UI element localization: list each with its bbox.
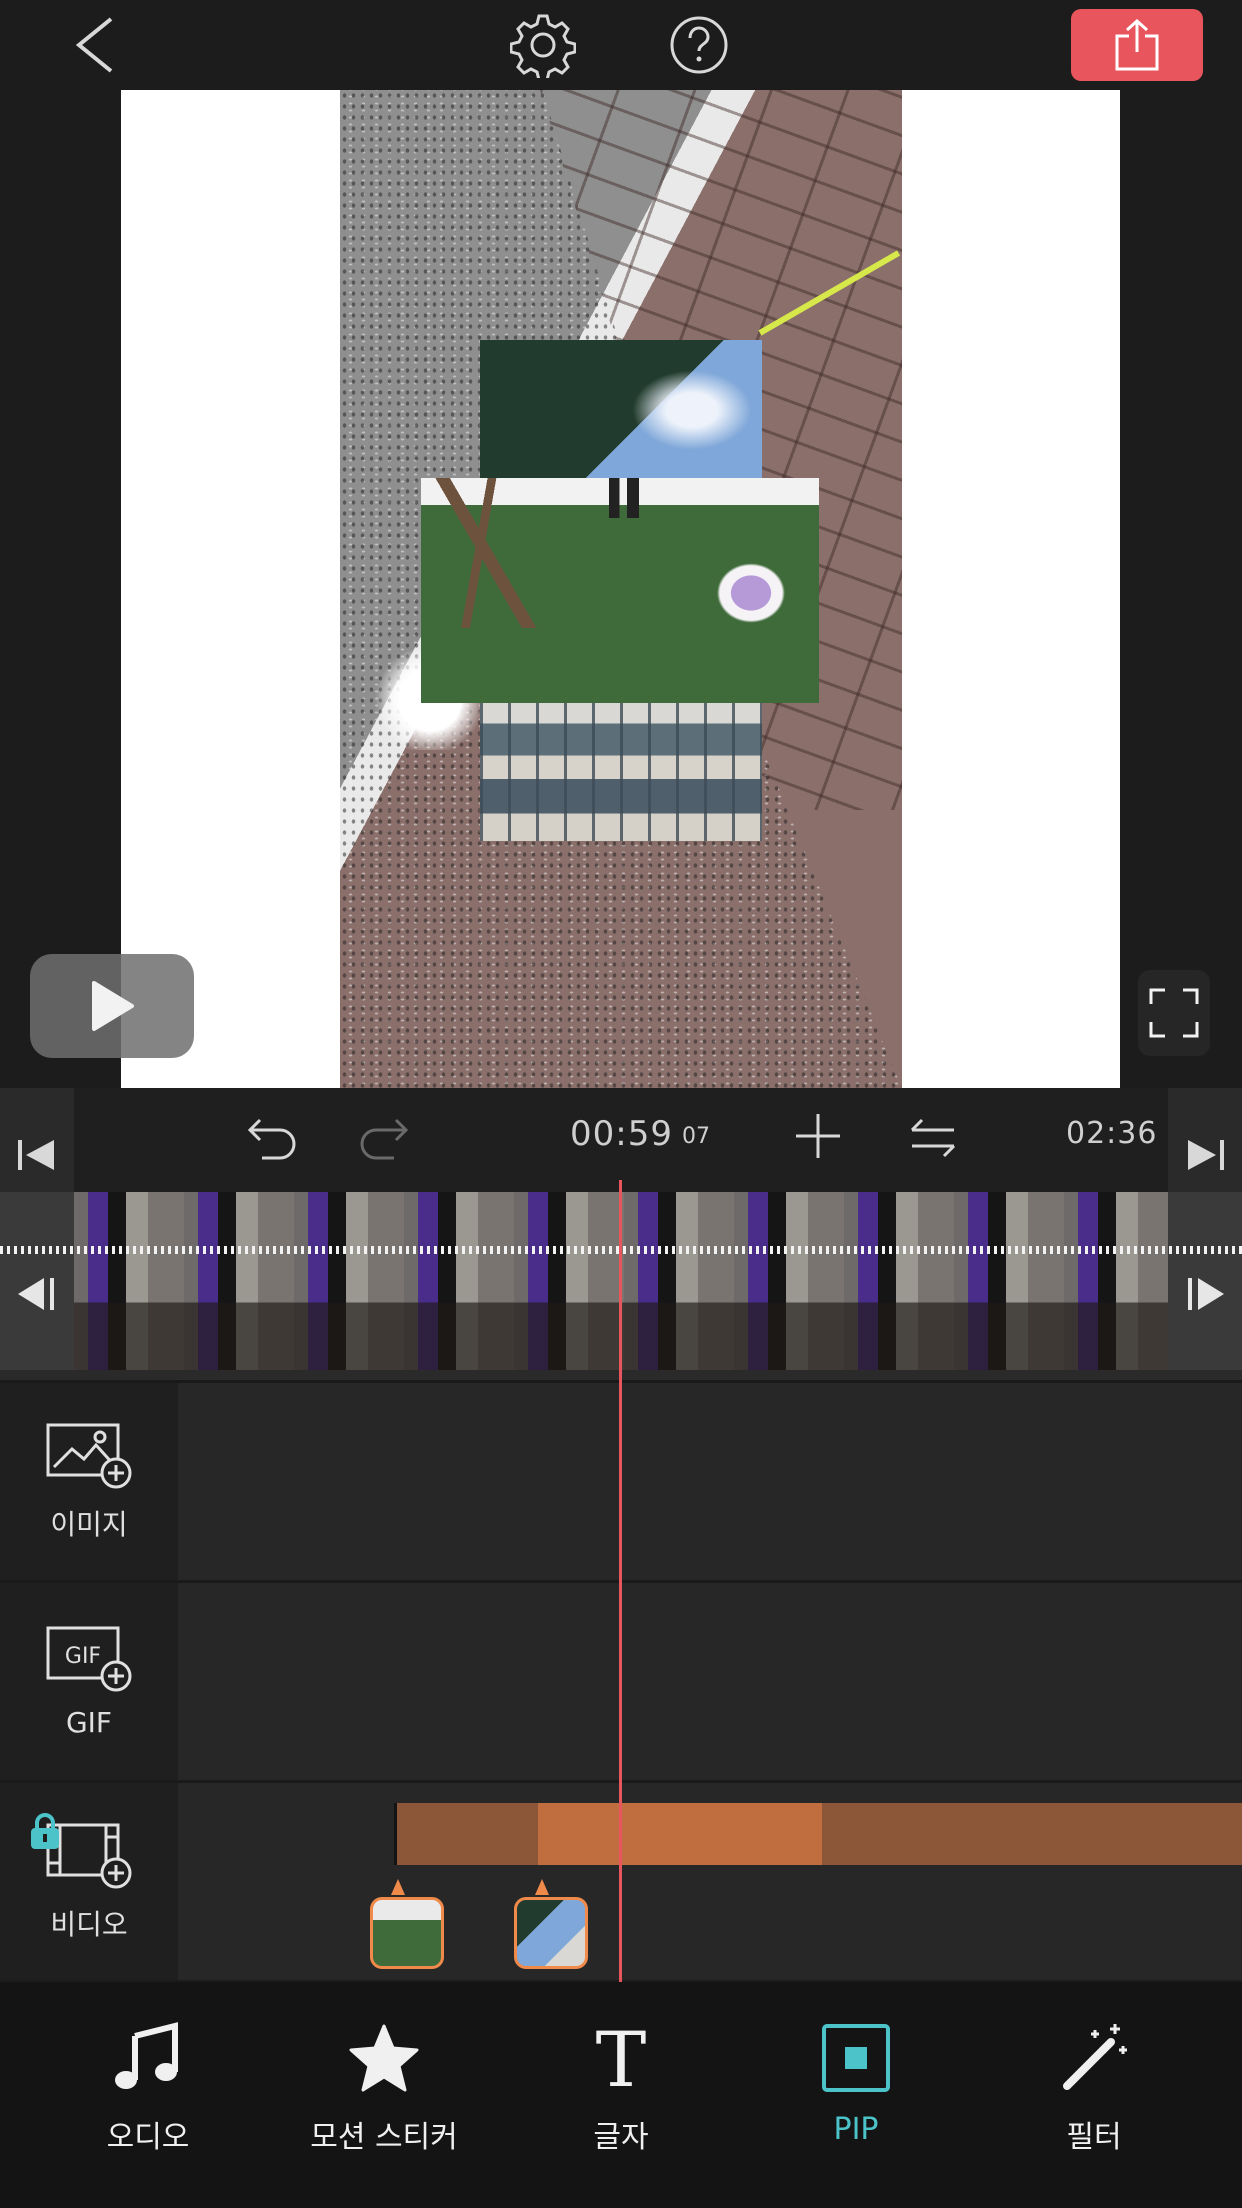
play-icon <box>92 981 134 1031</box>
video-track-lane[interactable] <box>178 1783 1242 1980</box>
clip-marker <box>391 1879 405 1895</box>
image-track-label: 이미지 <box>50 1507 128 1541</box>
dog <box>711 558 791 628</box>
back-button[interactable] <box>60 14 130 76</box>
add-image-button[interactable]: 이미지 <box>0 1383 178 1580</box>
fullscreen-button[interactable] <box>1138 970 1210 1056</box>
add-gif-button[interactable]: GIF GIF <box>0 1583 178 1780</box>
star-icon <box>344 2018 424 2098</box>
trim-left-handle-icon[interactable] <box>14 1274 60 1314</box>
current-frame: 07 <box>682 1124 710 1149</box>
music-note-icon <box>108 2018 188 2098</box>
gear-icon <box>510 14 576 78</box>
chevron-left-icon <box>75 17 113 73</box>
text-icon-glyph: T <box>596 2022 647 2094</box>
add-keyframe-icon[interactable] <box>792 1108 844 1164</box>
text-icon: T <box>581 2018 661 2098</box>
tool-pip-label: PIP <box>833 2112 879 2147</box>
export-button[interactable] <box>1071 9 1203 81</box>
play-button[interactable] <box>30 954 194 1058</box>
gif-track-label: GIF <box>65 1706 113 1739</box>
pip-clip-thumbnail[interactable] <box>514 1897 588 1969</box>
tool-filter-label: 필터 <box>1066 2120 1122 2155</box>
gif-track-lane[interactable] <box>178 1583 1242 1780</box>
redo-icon[interactable] <box>352 1110 412 1166</box>
skip-to-end-icon[interactable] <box>1180 1130 1230 1180</box>
tool-text-label: 글자 <box>593 2120 649 2155</box>
total-duration: 02:36 <box>1066 1116 1158 1151</box>
timeline-header: 00:59 07 02:36 <box>0 1088 1242 1380</box>
tool-audio-label: 오디오 <box>106 2120 190 2155</box>
share-export-icon <box>1115 18 1159 71</box>
pip-clip-thumbnail[interactable] <box>370 1897 444 1969</box>
swap-icon[interactable] <box>908 1110 958 1166</box>
tool-filter[interactable]: 필터 <box>984 2018 1204 2168</box>
person-legs <box>609 478 639 518</box>
pip-layer-sky[interactable] <box>480 340 762 478</box>
trim-right-handle-icon[interactable] <box>1182 1274 1228 1314</box>
pip-clip-segment[interactable] <box>394 1803 538 1865</box>
tool-text[interactable]: T 글자 <box>511 2018 731 2168</box>
add-gif-icon: GIF <box>46 1626 132 1692</box>
chair <box>429 478 549 628</box>
video-track-label: 비디오 <box>50 1907 128 1941</box>
tool-sticker-label: 모션 스티커 <box>310 2120 458 2155</box>
tool-audio[interactable]: 오디오 <box>38 2018 258 2168</box>
tool-motion-sticker[interactable]: 모션 스티커 <box>274 2018 494 2168</box>
image-track-lane[interactable] <box>178 1383 1242 1580</box>
add-video-button[interactable]: 비디오 <box>0 1783 178 1980</box>
top-bar <box>0 0 1242 90</box>
pip-layer-dog[interactable] <box>421 478 819 703</box>
current-time: 00:59 <box>570 1114 673 1154</box>
pip-clip-segment-selected[interactable] <box>538 1803 822 1865</box>
bottom-toolbar: 오디오 모션 스티커 T 글자 PIP 필터 <box>0 1982 1242 2208</box>
video-preview[interactable] <box>121 90 1120 1088</box>
pip-icon <box>816 2018 896 2098</box>
cloud <box>632 370 752 450</box>
playhead[interactable] <box>619 1180 622 1982</box>
clip-marker <box>535 1879 549 1895</box>
pip-clip-segment[interactable] <box>822 1803 1242 1865</box>
question-circle-icon <box>670 16 728 74</box>
skip-to-start-icon[interactable] <box>12 1130 62 1180</box>
pip-layer-building[interactable] <box>480 703 762 841</box>
magic-wand-icon <box>1054 2018 1134 2098</box>
help-button[interactable] <box>666 12 732 78</box>
fullscreen-icon <box>1149 988 1199 1038</box>
lock-icon[interactable] <box>28 1811 62 1851</box>
undo-icon[interactable] <box>244 1110 304 1166</box>
settings-button[interactable] <box>508 12 578 78</box>
gif-icon-text: GIF <box>65 1644 101 1669</box>
tool-pip[interactable]: PIP <box>746 2018 966 2168</box>
add-image-icon <box>46 1423 132 1488</box>
